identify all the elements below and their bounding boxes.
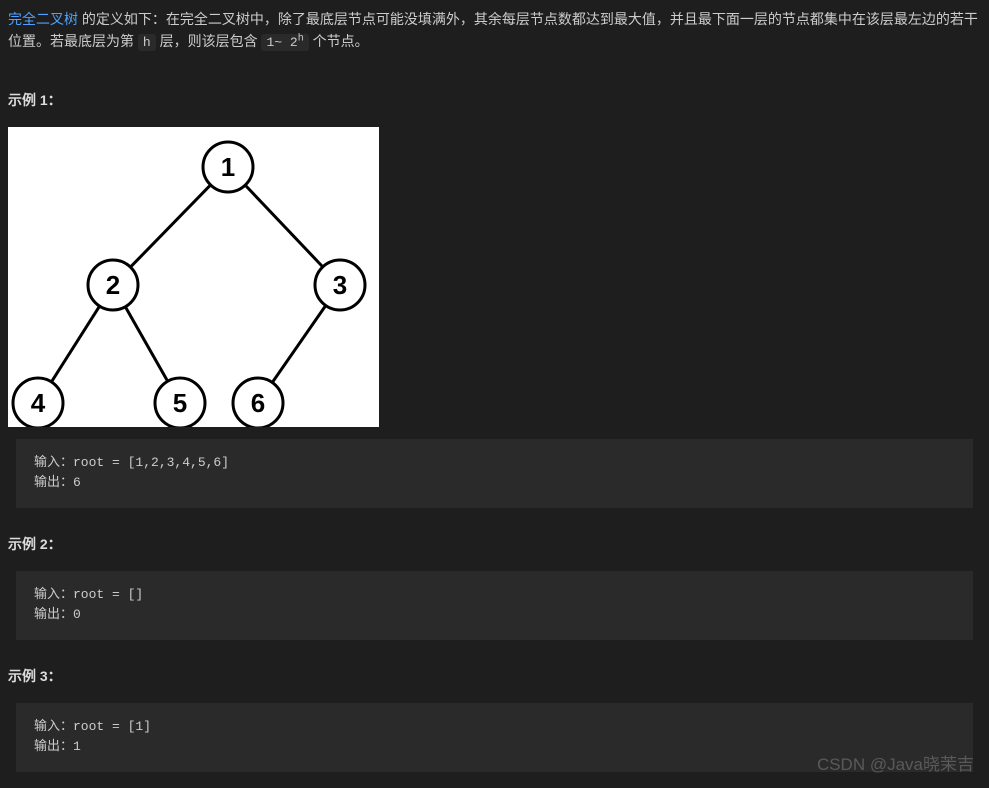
tree-node-label: 4 [31, 388, 46, 418]
tree-edge [125, 306, 167, 381]
definition-paragraph: 完全二叉树 的定义如下：在完全二叉树中，除了最底层节点可能没填满外，其余每层节点… [8, 8, 981, 54]
tree-node-label: 1 [221, 152, 235, 182]
example-code-block: 输入：root = [1] 输出：1 [16, 703, 973, 773]
example-code-block: 输入：root = [] 输出：0 [16, 571, 973, 641]
tree-edge [245, 185, 323, 267]
example-code-block: 输入：root = [1,2,3,4,5,6] 输出：6 [16, 439, 973, 509]
tree-node-label: 6 [251, 388, 265, 418]
example-image: 1 2 3 4 5 6 [8, 127, 379, 427]
tree-edge [51, 306, 99, 382]
tree-edge [130, 184, 210, 266]
example-title: 示例 2： [8, 533, 981, 555]
tree-edge [272, 305, 325, 382]
example-title: 示例 1： [8, 89, 981, 111]
tree-node-label: 2 [106, 270, 120, 300]
tree-node-label: 3 [333, 270, 347, 300]
tree-node-label: 5 [173, 388, 187, 418]
tree-diagram: 1 2 3 4 5 6 [8, 127, 379, 427]
inline-code-range: 1~ 2h [261, 34, 308, 51]
complete-binary-tree-link[interactable]: 完全二叉树 [8, 11, 78, 27]
definition-text-3: 个节点。 [309, 33, 369, 49]
inline-code-h: h [138, 34, 156, 51]
definition-text-2: 层，则该层包含 [156, 33, 262, 49]
example-title: 示例 3： [8, 665, 981, 687]
